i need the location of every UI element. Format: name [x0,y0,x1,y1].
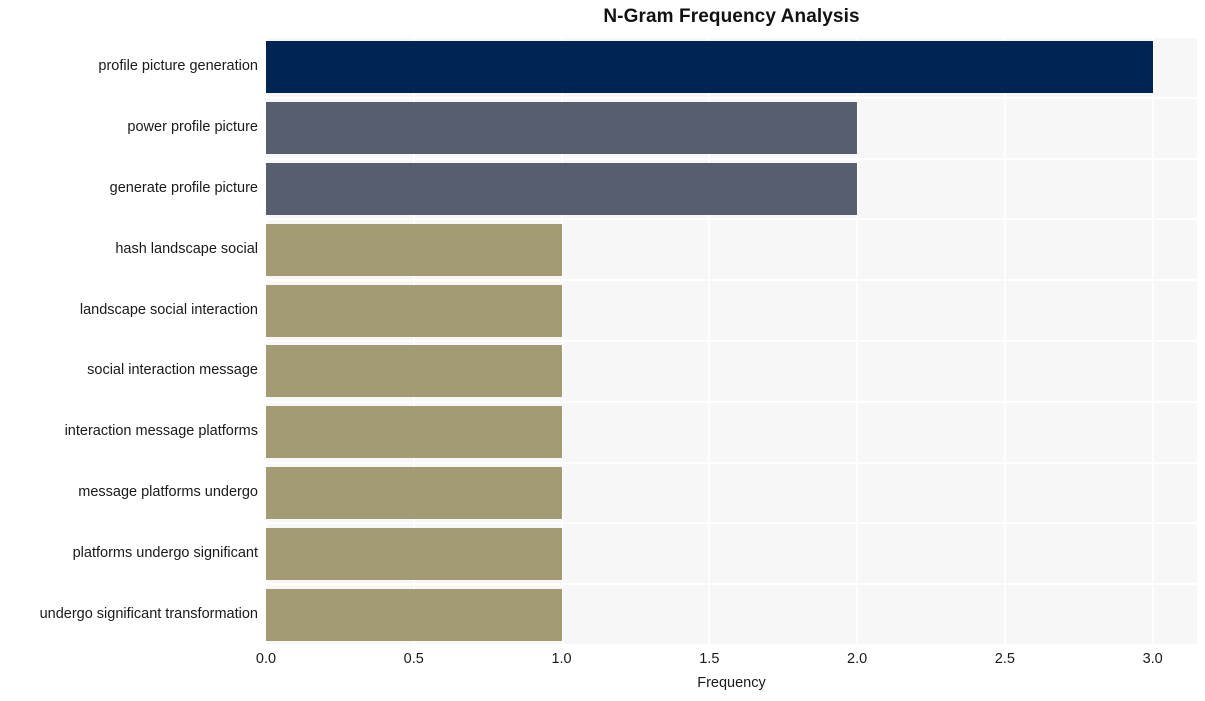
y-axis-tick-label: social interaction message [87,362,258,379]
gridline-horizontal [266,583,1197,585]
x-axis-title: Frequency [697,675,766,691]
plot-area [265,36,1197,646]
bar [266,223,562,276]
gridline-horizontal [266,644,1197,646]
bar [266,467,562,519]
gridline-horizontal [266,97,1197,99]
y-axis-tick-label: hash landscape social [115,240,258,257]
y-axis-tick-label: power profile picture [127,119,258,136]
gridline-horizontal [266,218,1197,220]
x-axis-tick-label: 0.5 [403,651,424,667]
bar [266,41,1153,94]
chart-figure: N-Gram Frequency Analysis profile pictur… [0,0,1205,701]
y-axis-tick-labels: profile picture generation power profile … [0,37,258,645]
bar [266,588,562,641]
y-axis-tick-label: profile picture generation [98,58,258,75]
gridline-horizontal [266,279,1197,281]
gridline-horizontal [266,401,1197,403]
y-axis-tick-label: interaction message platforms [64,423,258,440]
x-axis-tick-label: 2.0 [847,651,868,667]
gridline-horizontal [266,158,1197,160]
bar [266,345,562,398]
bar [266,284,562,337]
bar [266,406,562,459]
bar [266,102,858,155]
y-axis-tick-label: undergo significant transformation [39,605,258,622]
x-axis-tick-label: 1.5 [699,651,720,667]
x-axis-tick-label: 1.0 [551,651,572,667]
y-axis-tick-label: message platforms undergo [78,484,258,500]
x-axis-tick-labels: 0.0 0.5 1.0 1.5 2.0 2.5 3.0 [256,651,1197,673]
x-axis-tick-label: 0.0 [255,651,277,667]
gridline-horizontal [266,522,1197,524]
y-axis-tick-label: landscape social interaction [79,301,258,318]
bar [266,527,562,580]
page-title: N-Gram Frequency Analysis [603,6,860,27]
gridline-horizontal [266,462,1197,464]
x-axis-tick-label: 3.0 [1142,651,1163,667]
y-axis-tick-label: generate profile picture [109,180,258,196]
x-axis-tick-label: 2.5 [994,651,1015,667]
gridline-horizontal [266,340,1197,342]
gridline-horizontal [266,36,1197,38]
y-axis-tick-label: platforms undergo significant [72,544,258,561]
bar [266,163,858,215]
